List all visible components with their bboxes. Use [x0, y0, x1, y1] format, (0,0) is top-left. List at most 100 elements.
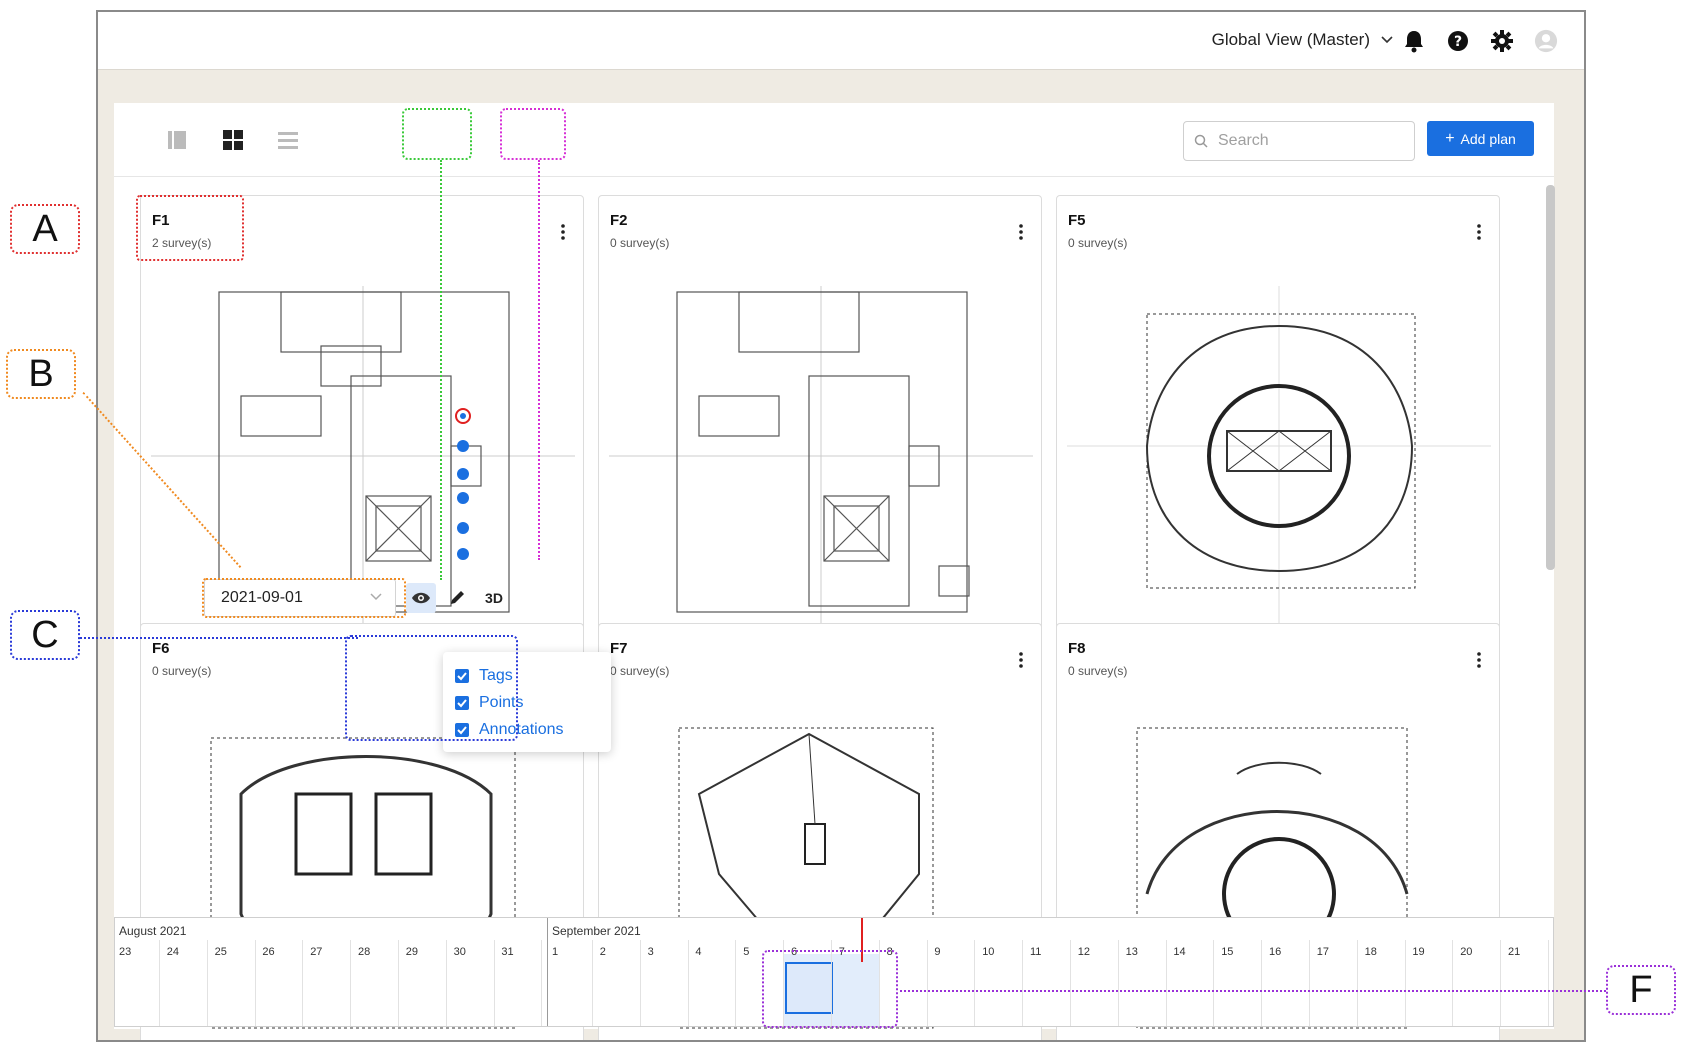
plan-name: F2 [610, 212, 628, 229]
view-selector-label: Global View (Master) [1211, 30, 1370, 49]
more-options-icon[interactable] [1019, 652, 1023, 668]
timeline-day[interactable]: 21 [1508, 946, 1520, 958]
timeline-day-tick [493, 940, 495, 1026]
timeline-day-tick [1117, 940, 1119, 1026]
timeline-day[interactable]: 10 [982, 946, 994, 958]
sidebar-view-icon[interactable] [166, 129, 188, 151]
callout-f: F [1606, 965, 1676, 1015]
timeline-day[interactable]: 29 [406, 946, 418, 958]
highlight-b [202, 578, 406, 618]
plan-name: F7 [610, 640, 628, 657]
timeline-day-tick [1309, 940, 1310, 1026]
pencil-icon [451, 591, 464, 604]
timeline-day[interactable]: 17 [1317, 946, 1329, 958]
timeline-day-tick [541, 940, 543, 1026]
timeline-day-tick [1548, 940, 1549, 1026]
plans-grid: F1 2 survey(s) 2021-09-01 3D F2 0 survey… [140, 195, 1540, 1040]
timeline-day[interactable]: 16 [1269, 946, 1281, 958]
timeline-day[interactable]: 14 [1173, 946, 1185, 958]
callout-c-line [80, 637, 358, 639]
timeline-day-tick [1213, 940, 1215, 1026]
timeline-day-tick [254, 940, 256, 1026]
plan-survey-count: 0 survey(s) [1068, 664, 1128, 678]
bell-icon[interactable] [1402, 29, 1426, 53]
floor-plan-image[interactable] [609, 286, 1033, 626]
view-3d-label: 3D [485, 590, 503, 606]
timeline-day[interactable]: 30 [454, 946, 466, 958]
timeline-day-tick [735, 940, 737, 1026]
timeline-day[interactable]: 26 [262, 946, 274, 958]
highlight-c [345, 635, 518, 741]
timeline-day[interactable]: 24 [167, 946, 179, 958]
floor-plan-image[interactable] [1067, 286, 1491, 626]
timeline-day[interactable]: 27 [310, 946, 322, 958]
app-window: Global View (Master) ? Search + Add plan… [96, 10, 1586, 1042]
timeline-day-tick [926, 940, 928, 1026]
more-options-icon[interactable] [561, 224, 565, 240]
help-icon[interactable]: ? [1446, 29, 1470, 53]
plan-card-f2[interactable]: F2 0 survey(s) [598, 195, 1042, 642]
edit-plan-button[interactable] [442, 583, 472, 613]
search-input[interactable]: Search [1183, 121, 1415, 161]
timeline-day[interactable]: 18 [1365, 946, 1377, 958]
list-view-icon[interactable] [277, 129, 299, 151]
avatar-icon[interactable] [1534, 29, 1558, 53]
timeline-day[interactable]: 13 [1126, 946, 1138, 958]
plans-toolbar: Search + Add plan [114, 103, 1554, 177]
plan-survey-count: 0 survey(s) [1068, 236, 1128, 250]
timeline-day-tick [1261, 940, 1263, 1026]
svg-text:?: ? [1454, 34, 1462, 50]
timeline-day-tick [639, 940, 641, 1026]
timeline-day[interactable]: 25 [215, 946, 227, 958]
plan-card-f1[interactable]: F1 2 survey(s) 2021-09-01 3D [140, 195, 584, 642]
timeline-day-tick [1404, 940, 1406, 1026]
callout-b: B [6, 349, 76, 399]
timeline-day[interactable]: 11 [1030, 946, 1041, 958]
highlight-d [402, 108, 472, 160]
chevron-down-icon [1381, 36, 1393, 44]
timeline-day[interactable]: 3 [648, 946, 654, 958]
more-options-icon[interactable] [1477, 652, 1481, 668]
view-3d-button[interactable]: 3D [479, 583, 509, 613]
scrollbar[interactable] [1546, 185, 1555, 570]
timeline-day[interactable]: 31 [501, 946, 513, 958]
timeline-day[interactable]: 12 [1078, 946, 1090, 958]
plan-name: F5 [1068, 212, 1086, 229]
view-selector[interactable]: Global View (Master) [1212, 30, 1394, 50]
grid-view-icon[interactable] [222, 129, 244, 151]
timeline-month: August 2021 [119, 924, 187, 938]
timeline-day-tick [302, 940, 304, 1026]
floor-plan-image[interactable] [151, 286, 575, 626]
timeline-day[interactable]: 5 [743, 946, 749, 958]
timeline-day[interactable]: 9 [934, 946, 940, 958]
highlight-e [500, 108, 566, 160]
plan-survey-count: 0 survey(s) [610, 236, 670, 250]
plan-survey-count: 0 survey(s) [152, 664, 212, 678]
timeline-day[interactable]: 19 [1412, 946, 1424, 958]
callout-d-line [440, 160, 442, 580]
plan-card-f5[interactable]: F5 0 survey(s) [1056, 195, 1500, 642]
timeline-day-tick [398, 940, 399, 1026]
more-options-icon[interactable] [1477, 224, 1481, 240]
timeline-day-tick [1452, 940, 1454, 1026]
timeline-day-tick [1070, 940, 1071, 1026]
callout-c: C [10, 610, 80, 660]
timeline-day[interactable]: 23 [119, 946, 131, 958]
timeline-day-tick [687, 940, 689, 1026]
timeline-day-tick [159, 940, 160, 1026]
month-divider [547, 918, 548, 1026]
eye-icon [412, 592, 430, 604]
gear-icon[interactable] [1490, 29, 1514, 53]
callout-f-line [900, 990, 1606, 992]
timeline-day[interactable]: 20 [1460, 946, 1472, 958]
timeline-day[interactable]: 28 [358, 946, 370, 958]
timeline-day-tick [1022, 940, 1024, 1026]
add-plan-button[interactable]: + Add plan [1427, 121, 1534, 156]
more-options-icon[interactable] [1019, 224, 1023, 240]
timeline-day[interactable]: 1 [552, 946, 558, 958]
timeline-day[interactable]: 4 [695, 946, 701, 958]
timeline-day[interactable]: 15 [1221, 946, 1233, 958]
plan-name: F8 [1068, 640, 1086, 657]
timeline-day[interactable]: 2 [600, 946, 606, 958]
view-layers-button[interactable] [406, 583, 436, 613]
